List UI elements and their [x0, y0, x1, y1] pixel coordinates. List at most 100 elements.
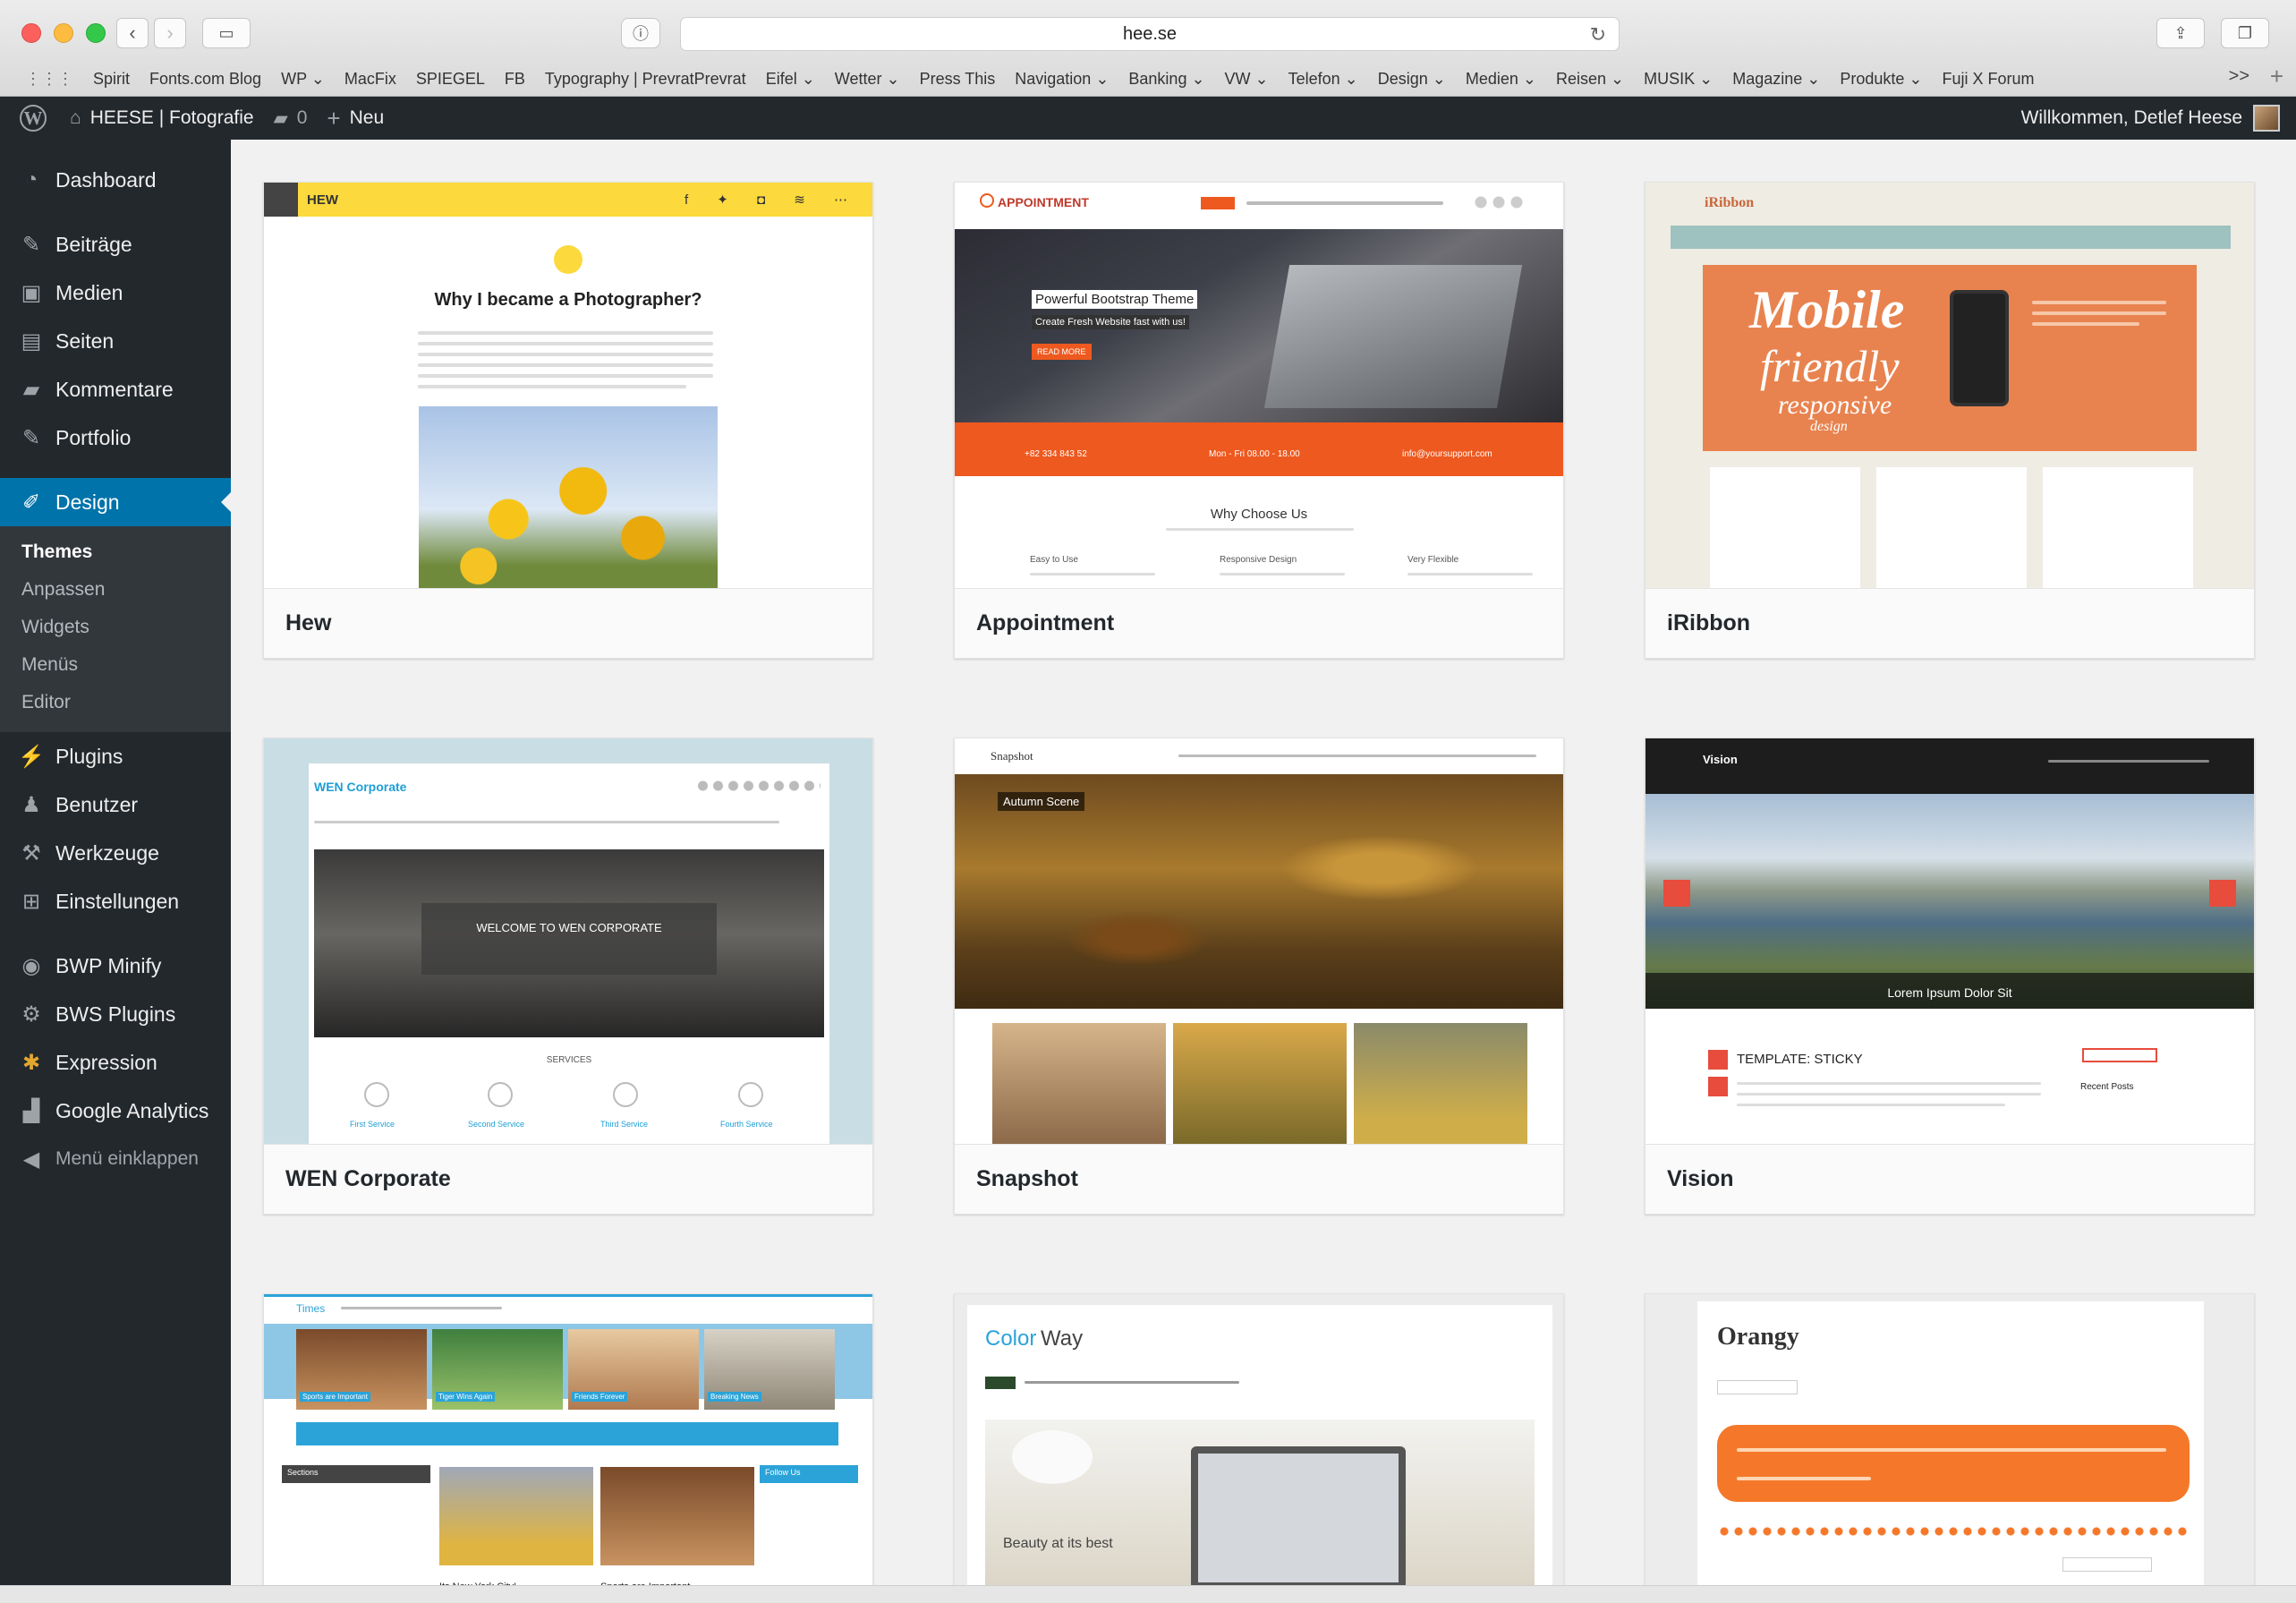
menu-seiten[interactable]: ▤ Seiten: [0, 317, 231, 365]
menu-expression[interactable]: ✱ Expression: [0, 1038, 231, 1087]
times-brand: Times: [296, 1302, 326, 1315]
menu-werkzeuge[interactable]: ⚒ Werkzeuge: [0, 829, 231, 877]
bookmark-item[interactable]: Telefon ⌄: [1288, 70, 1358, 89]
bookmark-item[interactable]: Fonts.com Blog: [149, 70, 261, 89]
contact-hours: Mon - Fri 08.00 - 18.00: [1209, 449, 1300, 459]
submenu-editor[interactable]: Editor: [0, 684, 231, 721]
sidebar-toggle-button[interactable]: ▭: [202, 18, 251, 48]
theme-card-orangy[interactable]: Orangy: [1645, 1293, 2255, 1603]
bookmark-item[interactable]: VW ⌄: [1225, 70, 1269, 89]
menu-dashboard[interactable]: ◔ Dashboard: [0, 156, 231, 204]
theme-card-snapshot[interactable]: Snapshot Autumn Scene Snapshot: [954, 738, 1564, 1215]
hero-photo: Beauty at its best: [985, 1420, 1535, 1603]
theme-name: WEN Corporate: [264, 1144, 872, 1214]
sidebar-icon: ▭: [218, 23, 234, 42]
menu-label: Medien: [55, 280, 123, 304]
window-bottom-edge: [0, 1585, 2296, 1603]
chart-icon: ▟: [22, 1098, 40, 1123]
submenu-menues[interactable]: Menüs: [0, 646, 231, 684]
pin-icon: [554, 245, 583, 274]
menu-label: Kommentare: [55, 377, 174, 401]
recent-posts: Recent Posts: [2080, 1082, 2134, 1092]
theme-name: Vision: [1645, 1144, 2254, 1214]
wen-brand: WEN Corporate: [314, 780, 407, 794]
orangy-brand: Orangy: [1717, 1323, 1799, 1351]
bookmark-item[interactable]: WP ⌄: [281, 70, 325, 89]
menu-benutzer[interactable]: ♟ Benutzer: [0, 780, 231, 829]
menu-label: Benutzer: [55, 792, 139, 816]
theme-name: Appointment: [955, 588, 1563, 658]
menu-google-analytics[interactable]: ▟ Google Analytics: [0, 1087, 231, 1135]
back-button[interactable]: ‹: [116, 18, 149, 48]
menu-bws-plugins[interactable]: ⚙ BWS Plugins: [0, 990, 231, 1038]
theme-card-vision[interactable]: Vision Lorem Ipsum Dolor Sit TEMPLATE: S…: [1645, 738, 2255, 1215]
settings-icon: ⊞: [21, 889, 41, 914]
theme-card-times[interactable]: Times Sports are Important Tiger Wins Ag…: [263, 1293, 873, 1603]
thumb-1: [992, 1023, 1166, 1144]
submenu-widgets[interactable]: Widgets: [0, 609, 231, 646]
bookmark-item[interactable]: Wetter ⌄: [835, 70, 900, 89]
theme-card-colorway[interactable]: Color Way Beauty at its best: [954, 1293, 1564, 1603]
bookmark-item[interactable]: Reisen ⌄: [1556, 70, 1624, 89]
bookmark-item[interactable]: Eifel ⌄: [766, 70, 815, 89]
reader-button[interactable]: ⓘ: [621, 18, 660, 48]
menu-bwp-minify[interactable]: ◉ BWP Minify: [0, 942, 231, 990]
menu-einstellungen[interactable]: ⊞ Einstellungen: [0, 877, 231, 925]
comments-link[interactable]: ▰ 0: [274, 107, 308, 130]
menu-kommentare[interactable]: ▰ Kommentare: [0, 365, 231, 414]
forward-button[interactable]: ›: [154, 18, 186, 48]
bookmark-item[interactable]: Design ⌄: [1378, 70, 1446, 89]
menu-label: Expression: [55, 1050, 157, 1074]
bookmark-item[interactable]: FB: [505, 70, 525, 89]
submenu-themes[interactable]: Themes: [0, 533, 231, 571]
welcome-text: Willkommen, Detlef Heese: [2020, 107, 2242, 128]
hew-brand: HEW: [307, 192, 338, 208]
close-window-button[interactable]: [21, 23, 41, 43]
bookmark-item[interactable]: Magazine ⌄: [1732, 70, 1820, 89]
bookmarks-overflow-button[interactable]: >>: [2229, 66, 2249, 87]
avatar: [2253, 105, 2280, 132]
collapse-menu-button[interactable]: ◀ Menü einklappen: [0, 1135, 231, 1183]
bookmark-item[interactable]: Banking ⌄: [1128, 70, 1204, 89]
menu-label: Design: [55, 490, 120, 514]
address-bar[interactable]: hee.se ↻: [680, 17, 1620, 51]
new-content-link[interactable]: + Neu: [327, 105, 384, 132]
share-button[interactable]: ⇪: [2156, 18, 2205, 48]
zoom-window-button[interactable]: [86, 23, 106, 43]
bookmark-item[interactable]: Press This: [920, 70, 996, 89]
bookmark-item[interactable]: Produkte ⌄: [1840, 70, 1922, 89]
theme-card-appointment[interactable]: APPOINTMENT Powerful Bootstrap Theme Cre…: [954, 182, 1564, 659]
grid-icon[interactable]: ⋮⋮⋮: [25, 70, 73, 89]
tabs-overview-button[interactable]: ❐: [2221, 18, 2269, 48]
site-link[interactable]: ⌂ HEESE | Fotografie: [70, 107, 254, 129]
bookmark-item[interactable]: Medien ⌄: [1466, 70, 1536, 89]
menu-medien[interactable]: ▣ Medien: [0, 269, 231, 317]
theme-card-wen-corporate[interactable]: WEN Corporate WELCOME TO WEN CORPORATE S…: [263, 738, 873, 1215]
my-account[interactable]: Willkommen, Detlef Heese: [2021, 97, 2280, 140]
theme-screenshot: APPOINTMENT Powerful Bootstrap Theme Cre…: [955, 183, 1563, 588]
wordpress-logo-icon[interactable]: W: [20, 105, 47, 132]
bookmark-item[interactable]: Spirit: [93, 70, 130, 89]
bookmark-item[interactable]: Fuji X Forum: [1943, 70, 2035, 89]
vision-brand: Vision: [1703, 753, 1738, 766]
gauge-icon: ◉: [21, 953, 41, 978]
bookmark-item[interactable]: Navigation ⌄: [1015, 70, 1109, 89]
theme-name: Snapshot: [955, 1144, 1563, 1214]
theme-card-hew[interactable]: HEW f ✦ ◘ ≋ ⋯ Why I became a Photographe…: [263, 182, 873, 659]
theme-card-iribbon[interactable]: iRibbon Mobile friendly responsive desig…: [1645, 182, 2255, 659]
bookmark-item[interactable]: SPIEGEL: [416, 70, 485, 89]
menu-beitraege[interactable]: ✎ Beiträge: [0, 220, 231, 269]
bookmark-item[interactable]: MacFix: [344, 70, 396, 89]
new-tab-icon[interactable]: +: [2270, 63, 2283, 90]
submenu-anpassen[interactable]: Anpassen: [0, 571, 231, 609]
theme-screenshot: Vision Lorem Ipsum Dolor Sit TEMPLATE: S…: [1645, 738, 2254, 1144]
menu-portfolio[interactable]: ✎ Portfolio: [0, 414, 231, 462]
minimize-window-button[interactable]: [54, 23, 73, 43]
menu-design[interactable]: ✐ Design: [0, 478, 231, 526]
snapshot-brand: Snapshot: [991, 749, 1033, 763]
bookmark-item[interactable]: Typography | PrevratPrevrat: [545, 70, 746, 89]
menu-plugins[interactable]: ⚡ Plugins: [0, 732, 231, 780]
hero-caption: Autumn Scene: [998, 792, 1085, 811]
reload-icon[interactable]: ↻: [1590, 23, 1606, 47]
bookmark-item[interactable]: MUSIK ⌄: [1644, 70, 1713, 89]
